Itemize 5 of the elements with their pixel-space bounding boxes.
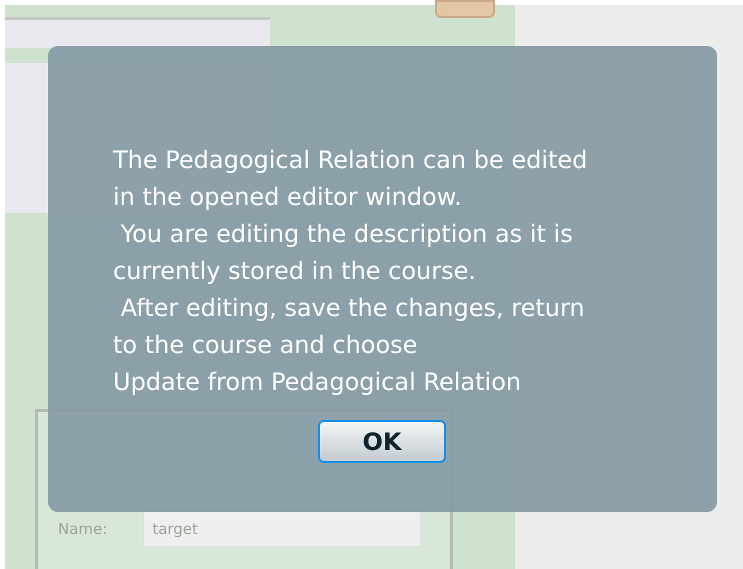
toolbar-button[interactable] xyxy=(435,0,495,18)
text-field[interactable] xyxy=(5,17,270,48)
ok-button[interactable]: OK xyxy=(318,420,446,463)
name-label: Name: xyxy=(58,520,108,538)
dialog-message: The Pedagogical Relation can be edited in the opened editor window. You are editing the description as it is currently stored in the course. After editing, save the changes, return to the course and choose Update from Pedagogical Relation xyxy=(113,145,588,398)
